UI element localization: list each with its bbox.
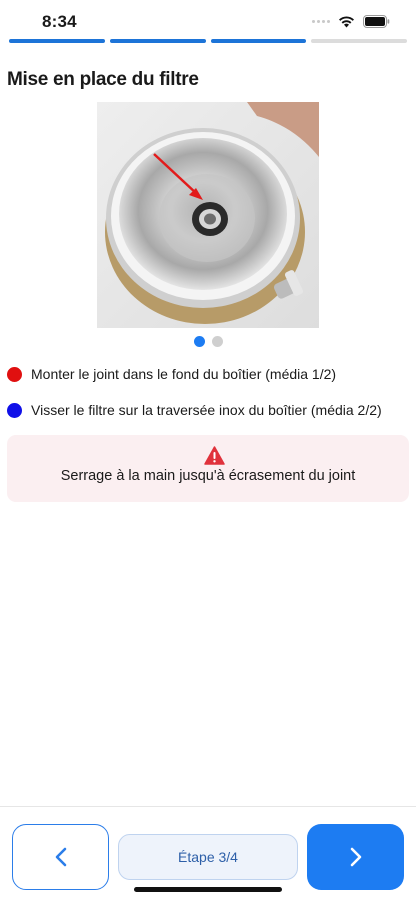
chevron-left-icon: [55, 847, 66, 867]
status-icons: [312, 15, 390, 28]
warning-callout: Serrage à la main jusqu'à écrasement du …: [7, 435, 409, 502]
status-bar: 8:34: [0, 0, 416, 36]
progress-segment: [210, 39, 307, 43]
pager-dot[interactable]: [211, 336, 223, 347]
media-image[interactable]: [97, 102, 319, 328]
chevron-right-icon: [350, 847, 361, 867]
blue-bullet-icon: [7, 402, 22, 418]
instruction-item-2: Visser le filtre sur la traversée inox d…: [7, 402, 382, 418]
filter-housing-photo: [97, 102, 319, 328]
previous-step-button[interactable]: [12, 824, 109, 890]
progress-segment: [9, 39, 105, 43]
red-bullet-icon: [7, 366, 22, 382]
cellular-signal-icon: [312, 20, 330, 23]
page-title: Mise en place du filtre: [7, 69, 199, 90]
next-step-button[interactable]: [307, 824, 404, 890]
instruction-item-1: Monter le joint dans le fond du boîtier …: [7, 366, 336, 382]
battery-icon: [363, 15, 390, 28]
step-progress-bar: [9, 39, 407, 43]
pager-dot[interactable]: [193, 336, 205, 347]
warning-triangle-icon: [204, 446, 225, 465]
instruction-text: Monter le joint dans le fond du boîtier …: [31, 366, 337, 382]
progress-segment: [109, 39, 206, 43]
home-indicator[interactable]: [134, 887, 282, 892]
wifi-icon: [339, 15, 354, 27]
media-pager: [0, 336, 416, 347]
step-indicator-button[interactable]: Étape 3/4: [118, 834, 298, 880]
progress-segment: [311, 39, 407, 43]
footer-divider: [0, 806, 416, 807]
instruction-text: Visser le filtre sur la traversée inox d…: [31, 402, 382, 418]
warning-text: Serrage à la main jusqu'à écrasement du …: [60, 468, 356, 484]
status-time: 8:34: [42, 12, 77, 31]
